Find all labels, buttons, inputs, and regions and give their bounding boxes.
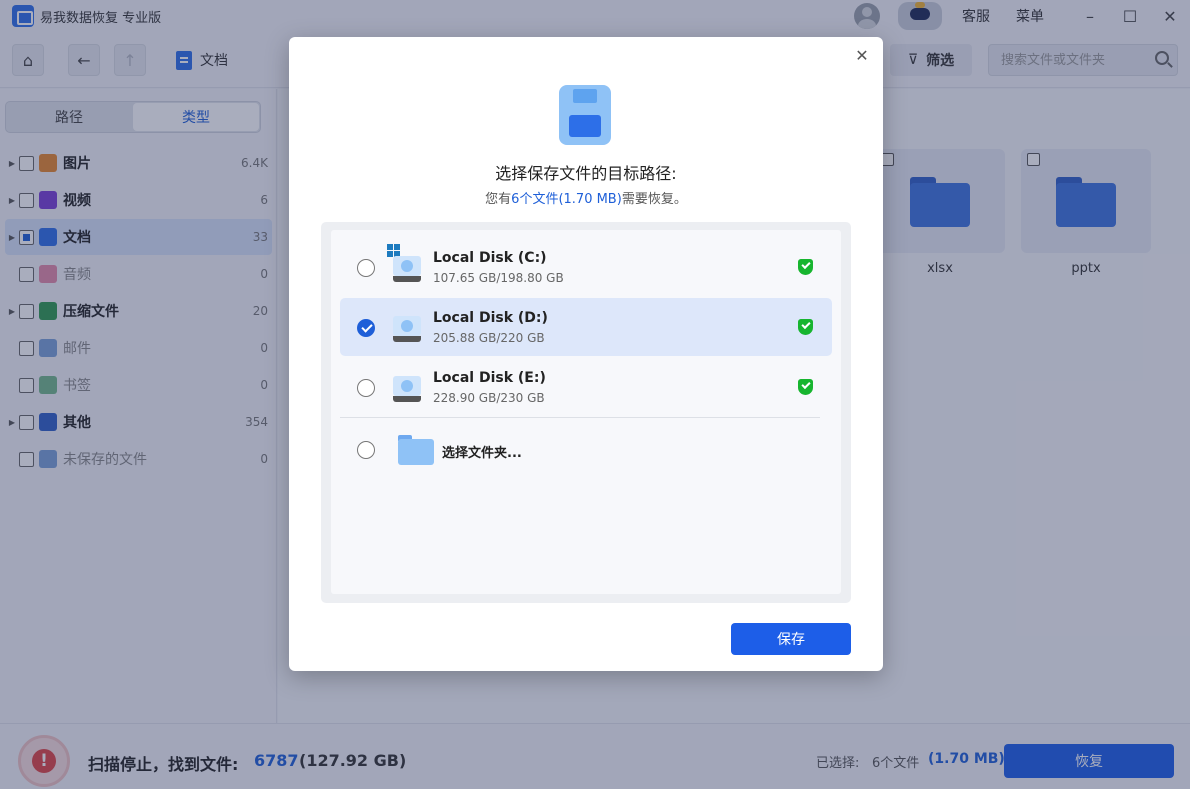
destination-list: Local Disk (C:) 107.65 GB/198.80 GB Loca… [321, 222, 851, 603]
dialog-title: 选择保存文件的目标路径: [495, 164, 677, 183]
radio-button[interactable] [357, 319, 375, 337]
divider [340, 417, 820, 418]
drive-name: Local Disk (D:) [433, 310, 548, 326]
drive-option-c[interactable]: Local Disk (C:) 107.65 GB/198.80 GB [340, 238, 832, 296]
shield-check-icon [798, 379, 813, 395]
drive-name: Local Disk (C:) [433, 250, 547, 266]
drive-option-d[interactable]: Local Disk (D:) 205.88 GB/220 GB [340, 298, 832, 356]
save-location-dialog: ✕ 选择保存文件的目标路径: 您有6个文件(1.70 MB)需要恢复。 Loca… [289, 37, 883, 671]
hard-drive-icon [393, 372, 421, 402]
choose-folder-option[interactable]: 选择文件夹... [340, 420, 832, 478]
shield-check-icon [798, 259, 813, 275]
file-summary-highlight: 6个文件(1.70 MB) [511, 192, 622, 207]
drive-size: 107.65 GB/198.80 GB [433, 271, 564, 285]
radio-button[interactable] [357, 441, 375, 459]
radio-button[interactable] [357, 259, 375, 277]
drive-name: Local Disk (E:) [433, 370, 546, 386]
dialog-subtitle: 您有6个文件(1.70 MB)需要恢复。 [485, 192, 687, 207]
save-button[interactable]: 保存 [731, 623, 851, 655]
close-icon[interactable]: ✕ [851, 45, 873, 67]
hard-drive-icon [393, 312, 421, 342]
hard-drive-icon [387, 244, 421, 282]
radio-button[interactable] [357, 379, 375, 397]
shield-check-icon [798, 319, 813, 335]
drive-size: 205.88 GB/220 GB [433, 331, 545, 345]
folder-icon [398, 435, 434, 465]
save-disk-icon [559, 85, 611, 145]
drive-size: 228.90 GB/230 GB [433, 391, 545, 405]
drive-option-e[interactable]: Local Disk (E:) 228.90 GB/230 GB [340, 358, 832, 416]
choose-folder-label: 选择文件夹... [442, 446, 522, 461]
